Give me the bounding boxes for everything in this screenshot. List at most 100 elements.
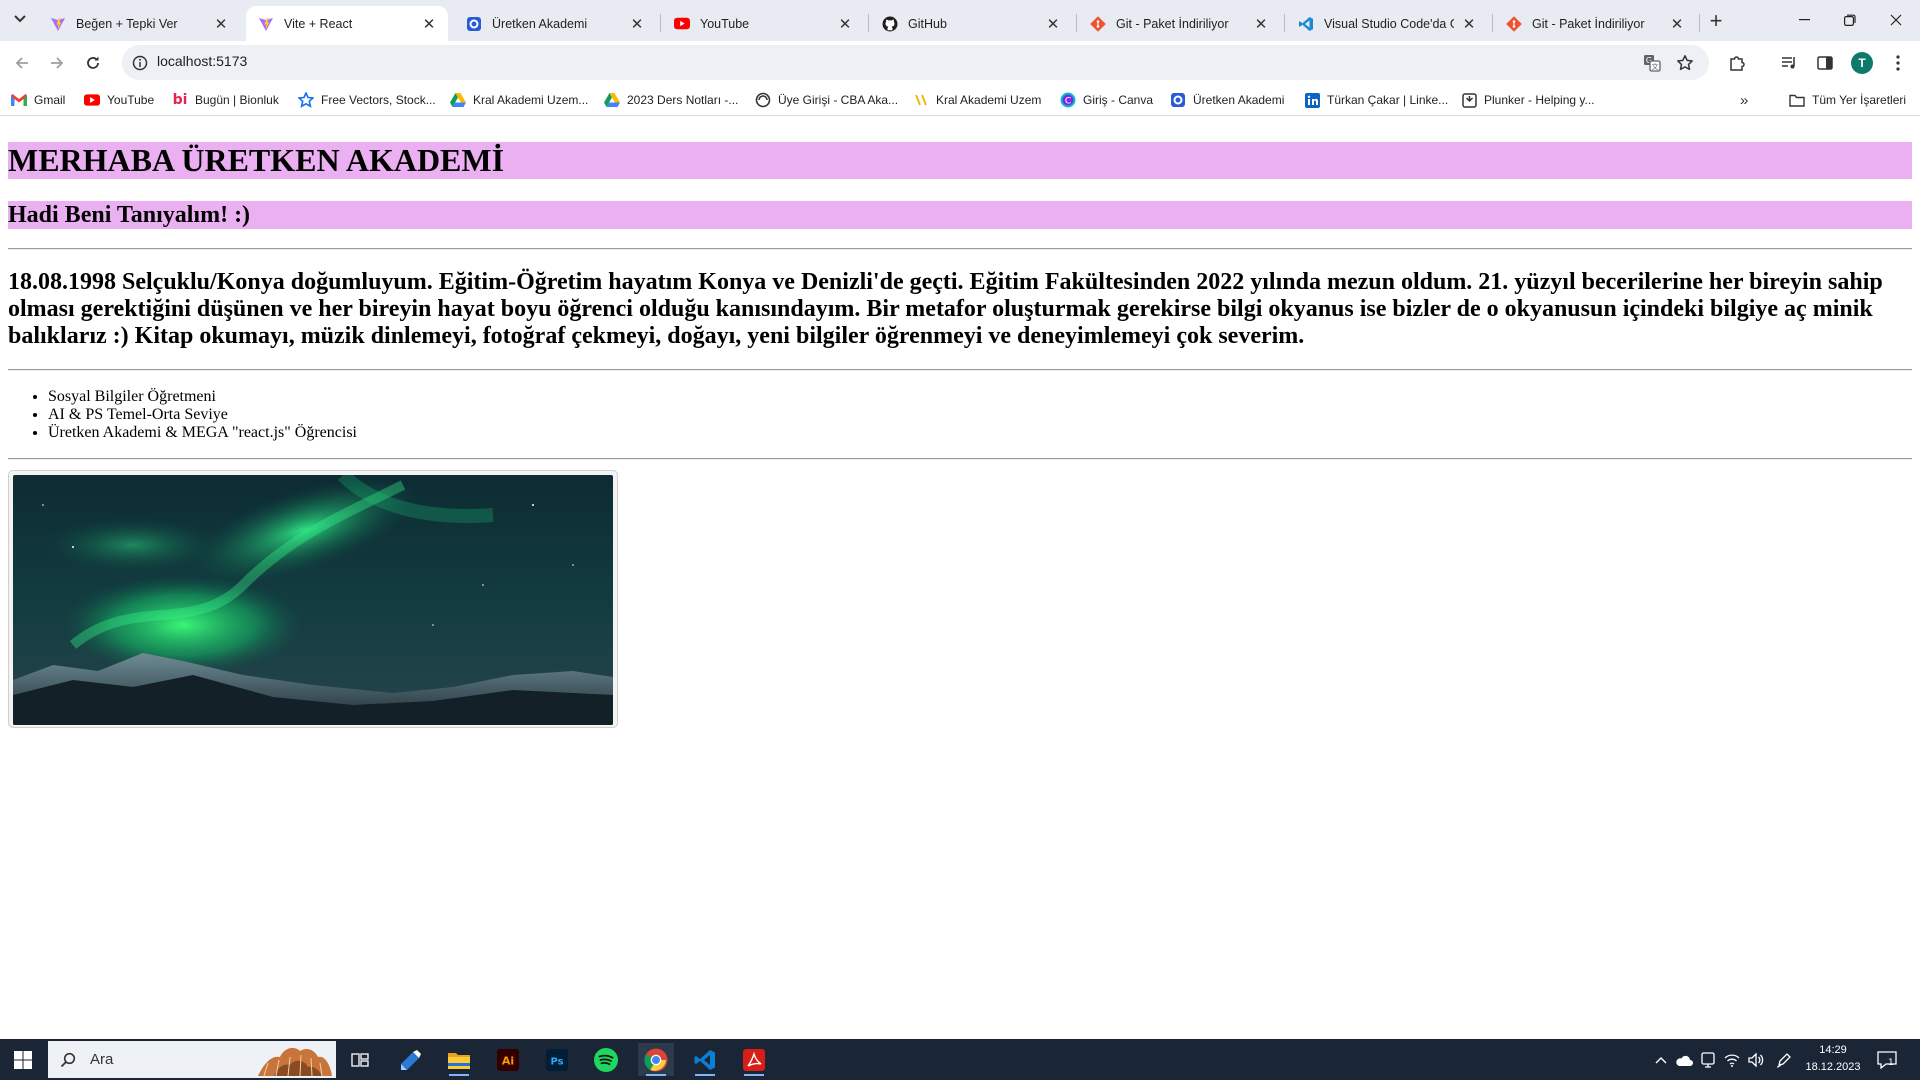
back-button[interactable] bbox=[7, 48, 37, 78]
wifi-icon[interactable] bbox=[1723, 1051, 1741, 1069]
acrobat-icon[interactable] bbox=[736, 1043, 772, 1076]
tab-vite-react[interactable]: Vite + React ✕ bbox=[246, 6, 448, 41]
profile-avatar[interactable]: T bbox=[1851, 52, 1873, 74]
bookmark-bionluk[interactable]: bi Bugün | Bionluk bbox=[172, 90, 279, 110]
svg-text:Ps: Ps bbox=[550, 1056, 563, 1067]
vite-icon bbox=[50, 16, 66, 32]
address-bar[interactable]: localhost:5173 G文 bbox=[122, 45, 1709, 80]
photoshop-icon[interactable]: Ps bbox=[539, 1043, 575, 1076]
youtube-icon bbox=[674, 16, 690, 32]
tab-git-paket-indiriliyor[interactable]: Git - Paket İndiriliyor ✕ bbox=[1078, 6, 1280, 41]
minimize-button[interactable] bbox=[1781, 0, 1827, 40]
bookmarks-bar: Gmail YouTube bi Bugün | Bionluk Free Ve… bbox=[0, 84, 1920, 116]
device-icon[interactable] bbox=[1699, 1051, 1717, 1069]
start-button[interactable] bbox=[8, 1047, 38, 1073]
search-label: Ara bbox=[90, 1051, 114, 1068]
notification-center-button[interactable]: 1 bbox=[1875, 1049, 1899, 1071]
forward-button[interactable] bbox=[42, 48, 72, 78]
running-indicator bbox=[646, 1074, 666, 1076]
site-info-icon[interactable] bbox=[129, 52, 151, 74]
tab-vscode-git[interactable]: Visual Studio Code'da Git ✕ bbox=[1286, 6, 1488, 41]
side-panel-icon[interactable] bbox=[1812, 50, 1838, 76]
tab-git-paket-indiriliyor-2[interactable]: Git - Paket İndiriliyor ✕ bbox=[1494, 6, 1696, 41]
bookmark-kral-akademi-drive[interactable]: Kral Akademi Uzem... bbox=[450, 90, 588, 110]
volume-icon[interactable] bbox=[1747, 1051, 1765, 1069]
bookmark-kral-akademi[interactable]: Kral Akademi Uzem bbox=[913, 90, 1041, 110]
bookmark-ders-notlari[interactable]: 2023 Ders Notları -... bbox=[604, 90, 738, 110]
extensions-icon[interactable] bbox=[1724, 50, 1750, 76]
bookmarks-overflow-button[interactable]: » bbox=[1740, 90, 1748, 110]
close-icon[interactable]: ✕ bbox=[836, 15, 854, 33]
task-view-icon[interactable] bbox=[342, 1043, 378, 1076]
bio-paragraph: 18.08.1998 Selçuklu/Konya doğumluyum. Eğ… bbox=[8, 269, 1883, 349]
bookmark-label: 2023 Ders Notları -... bbox=[627, 93, 739, 107]
bookmark-star-icon[interactable] bbox=[1674, 52, 1696, 74]
running-indicator bbox=[695, 1074, 715, 1076]
onedrive-icon[interactable] bbox=[1675, 1051, 1693, 1069]
tab-title: Üretken Akademi bbox=[492, 16, 588, 31]
bookmark-gmail[interactable]: Gmail bbox=[11, 90, 65, 110]
close-icon[interactable]: ✕ bbox=[212, 15, 230, 33]
bookmark-uretken-akademi[interactable]: Üretken Akademi bbox=[1170, 90, 1284, 110]
url-text[interactable]: localhost:5173 bbox=[157, 53, 247, 69]
restore-button[interactable] bbox=[1827, 0, 1873, 40]
close-icon[interactable]: ✕ bbox=[628, 15, 646, 33]
tab-separator bbox=[1492, 14, 1493, 32]
tab-search-dropdown[interactable] bbox=[7, 6, 33, 32]
menu-kebab-icon[interactable] bbox=[1885, 50, 1911, 76]
close-window-button[interactable] bbox=[1873, 0, 1919, 40]
svg-text:C: C bbox=[1065, 97, 1071, 107]
bookmark-freepik[interactable]: Free Vectors, Stock... bbox=[298, 90, 436, 110]
clock-time: 14:29 bbox=[1819, 1044, 1847, 1056]
show-hidden-icons-icon[interactable] bbox=[1652, 1051, 1670, 1069]
tab-title: Visual Studio Code'da Git bbox=[1324, 16, 1454, 31]
new-tab-button[interactable]: + bbox=[1703, 8, 1729, 34]
notification-icon bbox=[1877, 1051, 1897, 1069]
chevron-down-icon bbox=[14, 15, 26, 23]
folder-icon bbox=[1789, 92, 1805, 108]
close-icon[interactable]: ✕ bbox=[1044, 15, 1062, 33]
all-bookmarks-button[interactable]: Tüm Yer İşaretleri bbox=[1789, 90, 1906, 110]
git-icon bbox=[1506, 15, 1522, 32]
bookmark-label: Free Vectors, Stock... bbox=[321, 93, 436, 107]
bookmark-label: Üretken Akademi bbox=[1193, 93, 1285, 107]
bookmark-label: Bugün | Bionluk bbox=[195, 93, 279, 107]
taskbar-search[interactable]: Ara bbox=[48, 1041, 336, 1078]
bookmark-cba[interactable]: Üye Girişi - CBA Aka... bbox=[755, 90, 898, 110]
close-icon[interactable]: ✕ bbox=[1252, 15, 1270, 33]
aurora-photo bbox=[13, 475, 613, 725]
youtube-icon bbox=[84, 92, 100, 108]
plunker-icon bbox=[1461, 92, 1477, 108]
tab-youtube[interactable]: YouTube ✕ bbox=[662, 6, 864, 41]
illustrator-icon[interactable]: Ai bbox=[490, 1043, 526, 1076]
spotify-icon[interactable] bbox=[588, 1043, 624, 1076]
tab-title: GitHub bbox=[908, 16, 947, 31]
tab-begen-tepki-ver[interactable]: Beğen + Tepki Ver ✕ bbox=[38, 6, 240, 41]
bookmark-youtube[interactable]: YouTube bbox=[84, 90, 154, 110]
bookmark-canva[interactable]: C Giriş - Canva bbox=[1060, 90, 1153, 110]
translate-icon[interactable]: G文 bbox=[1641, 52, 1663, 74]
windows-icon bbox=[14, 1051, 32, 1069]
media-control-icon[interactable] bbox=[1776, 50, 1802, 76]
tab-github[interactable]: GitHub ✕ bbox=[870, 6, 1072, 41]
browser-toolbar: localhost:5173 G文 T bbox=[0, 41, 1920, 84]
tab-uretken-akademi[interactable]: Üretken Akademi ✕ bbox=[454, 6, 656, 41]
chrome-icon[interactable] bbox=[638, 1043, 674, 1076]
close-icon[interactable]: ✕ bbox=[1460, 15, 1478, 33]
reload-button[interactable] bbox=[78, 48, 108, 78]
bookmark-app-icon[interactable] bbox=[392, 1043, 428, 1076]
vscode-icon bbox=[1298, 16, 1314, 32]
bookmark-linkedin[interactable]: Türkan Çakar | Linke... bbox=[1304, 90, 1448, 110]
vscode-icon[interactable] bbox=[687, 1043, 723, 1076]
pen-icon[interactable] bbox=[1775, 1051, 1793, 1069]
arrow-right-icon bbox=[51, 57, 64, 69]
bookmark-plunker[interactable]: Plunker - Helping y... bbox=[1461, 90, 1595, 110]
freepik-icon bbox=[298, 92, 314, 108]
file-explorer-icon[interactable] bbox=[441, 1043, 477, 1076]
close-icon[interactable]: ✕ bbox=[420, 15, 438, 33]
uretken-akademi-icon bbox=[466, 16, 482, 32]
chevron-double-right-icon: » bbox=[1740, 91, 1749, 109]
close-icon[interactable]: ✕ bbox=[1668, 15, 1686, 33]
bookmark-label: Kral Akademi Uzem bbox=[936, 93, 1042, 107]
taskbar-clock[interactable]: 14:29 18.12.2023 bbox=[1803, 1042, 1863, 1076]
